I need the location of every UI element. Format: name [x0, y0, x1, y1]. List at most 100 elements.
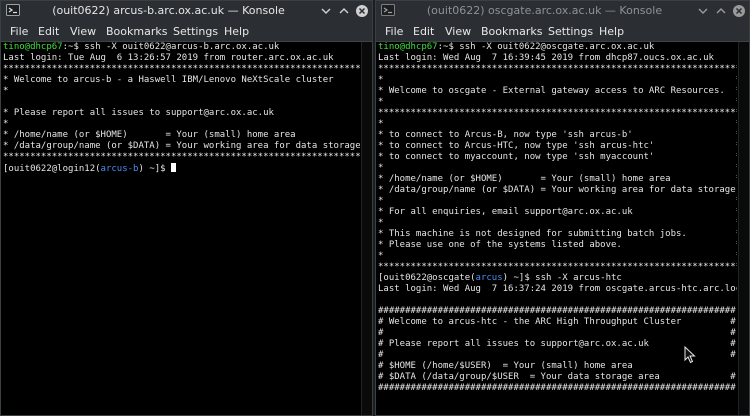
terminal-line: * to connect to Arcus-HTC, now type 'ssh… — [378, 141, 737, 152]
terminal-line: * * — [3, 119, 360, 130]
prompt-user-host: tino@dhcp67 — [3, 42, 63, 52]
terminal-line: * to connect to Arcus-B, now type 'ssh a… — [378, 130, 737, 141]
terminal-text: * * — [378, 97, 737, 107]
terminal-text: * * — [378, 75, 737, 85]
menu-help[interactable]: Help — [224, 25, 249, 38]
terminal-line: # $DATA (/data/group/$USER = Your data s… — [378, 372, 737, 383]
scrollbar[interactable] — [738, 42, 749, 415]
terminal-line: * * — [378, 97, 737, 108]
terminal-line: Last login: Tue Aug 6 13:26:57 2019 from… — [3, 53, 360, 64]
prompt-user-host: tino@dhcp67 — [378, 42, 438, 52]
terminal-text: # Please report all issues to support@ar… — [378, 339, 736, 349]
terminal-text: * Welcome to oscgate - External gateway … — [378, 86, 737, 96]
terminal-text: # $DATA (/data/group/$USER = Your data s… — [378, 372, 736, 382]
maximize-icon[interactable] — [713, 3, 729, 19]
menu-file[interactable]: File — [10, 25, 28, 38]
terminal-line: * * — [378, 218, 737, 229]
terminal-line: * * — [378, 119, 737, 130]
terminal-text: * * — [3, 86, 360, 96]
terminal-text: * /home/name (or $HOME) = Your (small) h… — [378, 174, 737, 184]
title-bar[interactable]: (ouit0622) oscgate.arc.ox.ac.uk — Konsol… — [376, 1, 749, 21]
terminal-line: * * — [378, 163, 737, 174]
prompt-cluster-name: arcus — [475, 273, 503, 283]
terminal-line: ****************************************… — [3, 152, 360, 163]
terminal-text: * * — [378, 196, 737, 206]
terminal-text: * For all enquiries, email support@arc.o… — [378, 207, 737, 217]
terminal-line: * /data/group/name (or $DATA) = Your wor… — [378, 185, 737, 196]
menu-view[interactable]: View — [70, 25, 96, 38]
menu-bookmarks[interactable]: Bookmarks — [481, 25, 542, 38]
window-title: (ouit0622) oscgate.arc.ox.ac.uk — Konsol… — [426, 4, 663, 17]
close-icon[interactable] — [354, 3, 370, 19]
terminal-text: ########################################… — [378, 306, 736, 316]
maximize-icon[interactable] — [336, 3, 352, 19]
terminal-text: * to connect to myaccount, now type 'ssh… — [378, 152, 737, 162]
terminal-text: ) ~]$ — [138, 164, 171, 174]
konsole-app-icon — [381, 4, 395, 16]
title-bar[interactable]: (ouit0622) arcus-b.arc.ox.ac.uk — Konsol… — [1, 1, 372, 21]
minimize-icon[interactable] — [318, 3, 334, 19]
terminal-text: ****************************************… — [378, 64, 737, 74]
menu-file[interactable]: File — [385, 25, 403, 38]
minimize-icon[interactable] — [695, 3, 711, 19]
close-icon[interactable] — [731, 3, 747, 19]
terminal-text: * to connect to Arcus-HTC, now type 'ssh… — [378, 141, 737, 151]
terminal-line: * * — [378, 251, 737, 262]
konsole-window-left[interactable]: (ouit0622) arcus-b.arc.ox.ac.uk — Konsol… — [0, 0, 373, 416]
mouse-cursor-icon — [684, 346, 696, 364]
terminal-text: # Welcome to arcus-htc - the ARC High Th… — [378, 317, 736, 327]
terminal-text: Last login: Wed Aug 7 16:37:24 2019 from… — [378, 284, 737, 294]
menu-bar: File Edit View Bookmarks Settings Help — [1, 21, 372, 42]
terminal-line: * Welcome to oscgate - External gateway … — [378, 86, 737, 97]
terminal-line: ****************************************… — [378, 64, 737, 75]
terminal-line: * * — [378, 196, 737, 207]
menu-edit[interactable]: Edit — [413, 25, 434, 38]
terminal-text: Last login: Wed Aug 7 16:39:45 2019 from… — [378, 53, 714, 63]
terminal-text: # # — [378, 350, 736, 360]
terminal-text: ****************************************… — [3, 64, 360, 74]
terminal-line: Last login: Wed Aug 7 16:39:45 2019 from… — [378, 53, 737, 64]
terminal-text: ) ~]$ ssh -X arcus-htc — [502, 273, 622, 283]
terminal-text: * Please report all issues to support@ar… — [3, 108, 360, 118]
terminal-line: [ouit0622@oscgate(arcus) ~]$ ssh -X arcu… — [378, 273, 737, 284]
terminal-line: * /home/name (or $HOME) = Your (small) h… — [3, 130, 360, 141]
terminal-text: * * — [3, 119, 360, 129]
terminal-line: # Welcome to arcus-htc - the ARC High Th… — [378, 317, 737, 328]
terminal-line: * * — [378, 75, 737, 86]
terminal-line: * * — [3, 86, 360, 97]
terminal-output[interactable]: tino@dhcp67:~$ ssh -X ouit0622@arcus-b.a… — [3, 42, 360, 415]
terminal-text: ########################################… — [378, 383, 736, 393]
terminal-line: * For all enquiries, email support@arc.o… — [378, 207, 737, 218]
terminal-line: # # — [378, 328, 737, 339]
terminal-line: [ouit0622@login12(arcus-b) ~]$ — [3, 163, 360, 174]
terminal-line: ****************************************… — [378, 108, 737, 119]
terminal-line: * Welcome to arcus-b - a Haswell IBM/Len… — [3, 75, 360, 86]
terminal-text: Last login: Tue Aug 6 13:26:57 2019 from… — [3, 53, 334, 63]
terminal-line: * /data/group/name (or $DATA) = Your wor… — [3, 141, 360, 152]
terminal-line: ########################################… — [378, 306, 737, 317]
terminal-text: ****************************************… — [378, 262, 737, 272]
menu-bookmarks[interactable]: Bookmarks — [106, 25, 167, 38]
terminal-line: ########################################… — [378, 383, 737, 394]
menu-view[interactable]: View — [445, 25, 471, 38]
menu-settings[interactable]: Settings — [548, 25, 593, 38]
prompt-cluster-name: arcus-b — [100, 164, 139, 174]
terminal-text: [ouit0622@oscgate( — [378, 273, 476, 283]
menu-settings[interactable]: Settings — [173, 25, 218, 38]
terminal-text: :~$ ssh -X ouit0622@arcus-b.arc.ox.ac.uk — [62, 42, 280, 52]
terminal-text: * This machine is not designed for submi… — [378, 229, 737, 239]
terminal-text: * * — [378, 119, 737, 129]
terminal-text: * * — [378, 163, 737, 173]
terminal-text: * /data/group/name (or $DATA) = Your wor… — [378, 185, 737, 195]
scrollbar[interactable] — [361, 42, 372, 415]
terminal-text: * Welcome to arcus-b - a Haswell IBM/Len… — [3, 75, 360, 85]
terminal-text: [ouit0622@login12( — [3, 164, 101, 174]
menu-help[interactable]: Help — [599, 25, 624, 38]
terminal-line: * /home/name (or $HOME) = Your (small) h… — [378, 174, 737, 185]
menu-bar: File Edit View Bookmarks Settings Help — [376, 21, 749, 42]
terminal-line: * This machine is not designed for submi… — [378, 229, 737, 240]
terminal-text: * /data/group/name (or $DATA) = Your wor… — [3, 141, 360, 151]
menu-edit[interactable]: Edit — [38, 25, 59, 38]
